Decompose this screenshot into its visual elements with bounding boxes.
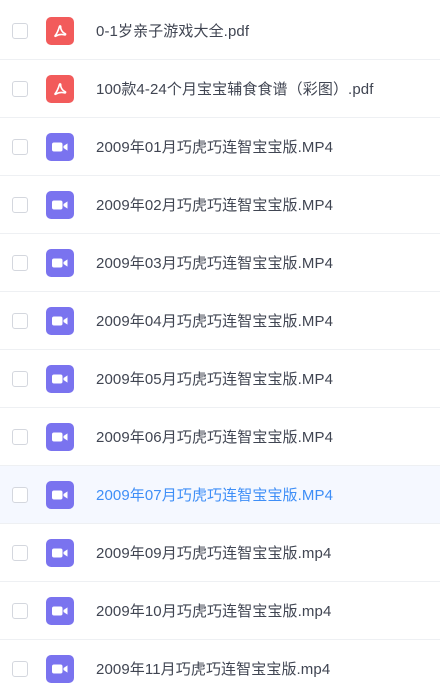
pdf-icon xyxy=(46,16,74,45)
row-checkbox[interactable] xyxy=(12,660,28,677)
file-name[interactable]: 100款4-24个月宝宝辅食食谱（彩图）.pdf xyxy=(96,78,373,99)
video-icon xyxy=(46,190,74,219)
file-name[interactable]: 2009年10月巧虎巧连智宝宝版.mp4 xyxy=(96,600,331,621)
row-checkbox[interactable] xyxy=(12,22,28,39)
file-name[interactable]: 2009年03月巧虎巧连智宝宝版.MP4 xyxy=(96,252,333,273)
file-name[interactable]: 2009年06月巧虎巧连智宝宝版.MP4 xyxy=(96,426,333,447)
file-row[interactable]: 2009年09月巧虎巧连智宝宝版.mp4 xyxy=(0,524,440,582)
file-name[interactable]: 2009年11月巧虎巧连智宝宝版.mp4 xyxy=(96,658,330,679)
row-checkbox[interactable] xyxy=(12,80,28,97)
file-name[interactable]: 2009年09月巧虎巧连智宝宝版.mp4 xyxy=(96,542,331,563)
row-checkbox[interactable] xyxy=(12,254,28,271)
file-row[interactable]: 2009年01月巧虎巧连智宝宝版.MP4 xyxy=(0,118,440,176)
video-icon xyxy=(46,306,74,335)
file-name[interactable]: 0-1岁亲子游戏大全.pdf xyxy=(96,20,249,41)
video-icon xyxy=(46,480,74,509)
file-name[interactable]: 2009年02月巧虎巧连智宝宝版.MP4 xyxy=(96,194,333,215)
file-row[interactable]: 2009年06月巧虎巧连智宝宝版.MP4 xyxy=(0,408,440,466)
file-name[interactable]: 2009年05月巧虎巧连智宝宝版.MP4 xyxy=(96,368,333,389)
file-row[interactable]: 100款4-24个月宝宝辅食食谱（彩图）.pdf xyxy=(0,60,440,118)
row-checkbox[interactable] xyxy=(12,312,28,329)
video-icon xyxy=(46,248,74,277)
file-row[interactable]: 2009年10月巧虎巧连智宝宝版.mp4 xyxy=(0,582,440,640)
row-checkbox[interactable] xyxy=(12,370,28,387)
file-name[interactable]: 2009年01月巧虎巧连智宝宝版.MP4 xyxy=(96,136,333,157)
row-checkbox[interactable] xyxy=(12,138,28,155)
row-checkbox[interactable] xyxy=(12,196,28,213)
file-list: 0-1岁亲子游戏大全.pdf 100款4-24个月宝宝辅食食谱（彩图）.pdf … xyxy=(0,0,440,689)
file-row[interactable]: 2009年04月巧虎巧连智宝宝版.MP4 xyxy=(0,292,440,350)
row-checkbox[interactable] xyxy=(12,544,28,561)
file-row[interactable]: 2009年07月巧虎巧连智宝宝版.MP4 xyxy=(0,466,440,524)
pdf-icon xyxy=(46,74,74,103)
video-icon xyxy=(46,538,74,567)
video-icon xyxy=(46,596,74,625)
row-checkbox[interactable] xyxy=(12,602,28,619)
file-name[interactable]: 2009年04月巧虎巧连智宝宝版.MP4 xyxy=(96,310,333,331)
file-row[interactable]: 2009年03月巧虎巧连智宝宝版.MP4 xyxy=(0,234,440,292)
row-checkbox[interactable] xyxy=(12,428,28,445)
file-row[interactable]: 2009年02月巧虎巧连智宝宝版.MP4 xyxy=(0,176,440,234)
video-icon xyxy=(46,364,74,393)
file-row[interactable]: 2009年05月巧虎巧连智宝宝版.MP4 xyxy=(0,350,440,408)
file-name[interactable]: 2009年07月巧虎巧连智宝宝版.MP4 xyxy=(96,484,333,505)
file-row[interactable]: 2009年11月巧虎巧连智宝宝版.mp4 xyxy=(0,640,440,689)
video-icon xyxy=(46,422,74,451)
row-checkbox[interactable] xyxy=(12,486,28,503)
video-icon xyxy=(46,654,74,683)
video-icon xyxy=(46,132,74,161)
file-row[interactable]: 0-1岁亲子游戏大全.pdf xyxy=(0,2,440,60)
